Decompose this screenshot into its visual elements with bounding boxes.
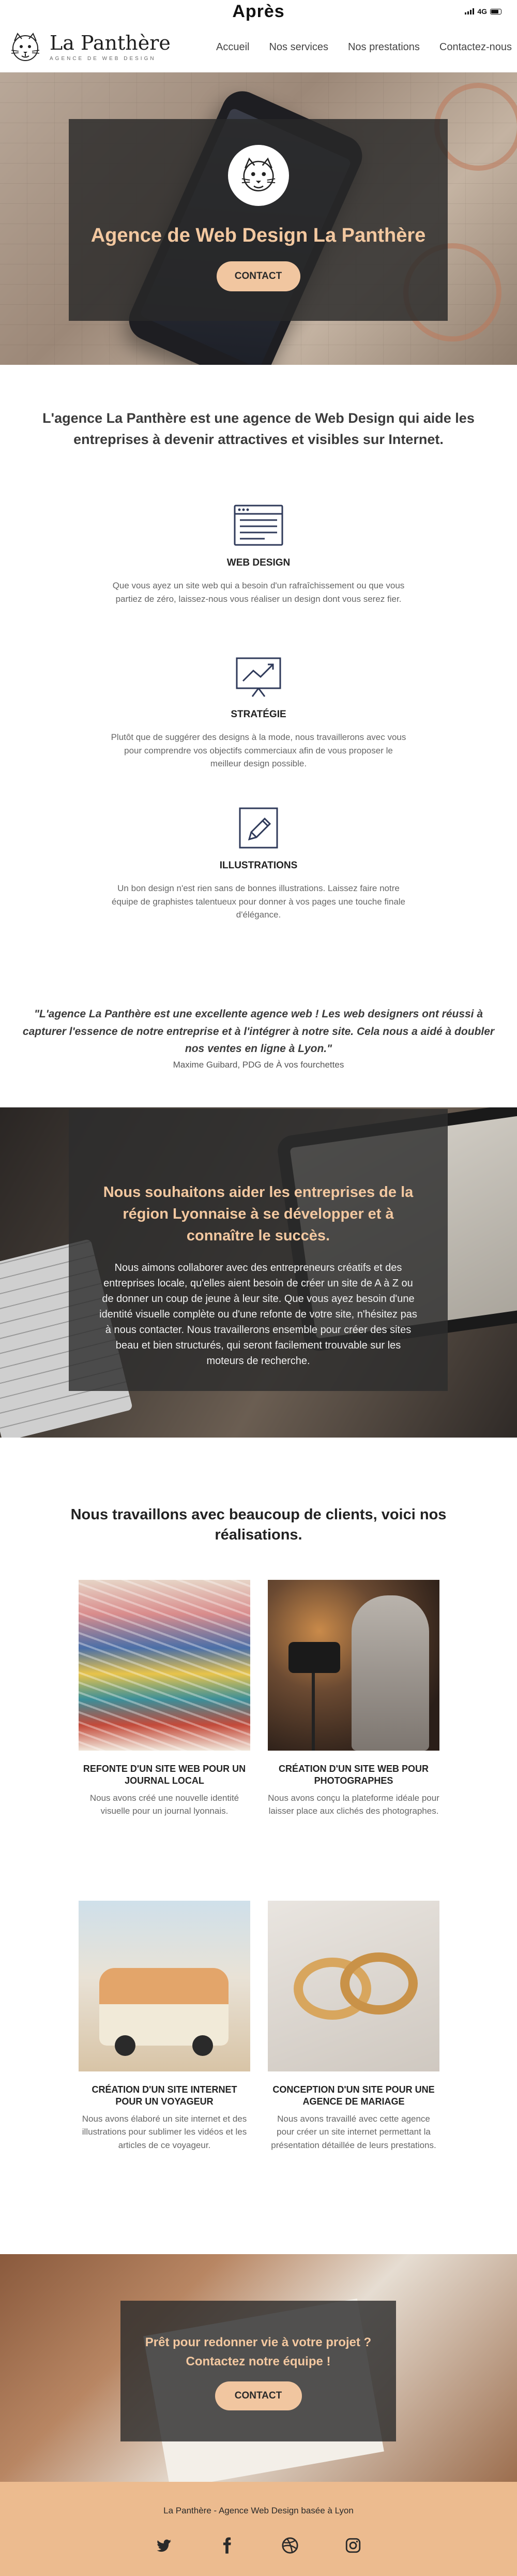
testimonial: "L'agence La Panthère est une excellente… — [16, 1005, 501, 1070]
brand-logo[interactable]: La Panthère AGENCE DE WEB DESIGN — [7, 29, 171, 66]
brand-name: La Panthère — [50, 32, 171, 54]
facebook-icon[interactable] — [218, 2537, 236, 2554]
project-text: Nous avons travaillé avec cette agence p… — [271, 2113, 436, 2150]
service-text: Que vous ayez un site web qui a besoin d… — [112, 581, 405, 604]
hero-overlay: Agence de Web Design La Panthère CONTACT — [69, 119, 448, 321]
project-image-van — [79, 1901, 250, 2071]
project-card-journal[interactable]: REFONTE D'UN SITE WEB POUR UN JOURNAL LO… — [79, 1580, 250, 1818]
cta-contact-button[interactable]: CONTACT — [215, 2381, 302, 2411]
panther-logo-icon — [241, 157, 275, 191]
strategy-chart-icon — [236, 657, 281, 697]
menu-item-accueil[interactable]: Accueil — [216, 41, 249, 53]
footer-text: La Panthère - Agence Web Design basée à … — [163, 2506, 354, 2515]
project-text: Nous avons conçu la plateforme idéale po… — [268, 1793, 439, 1816]
project-title: CRÉATION D'UN SITE INTERNET POUR UN VOYA… — [92, 2084, 237, 2107]
screenshot-label: Après — [232, 1, 285, 21]
service-title: ILLUSTRATIONS — [219, 860, 298, 871]
menu-item-services[interactable]: Nos services — [269, 41, 328, 53]
dribbble-icon[interactable] — [281, 2537, 299, 2554]
social-links — [0, 2537, 517, 2554]
mission-title: Nous souhaitons aider les entreprises de… — [103, 1184, 414, 1245]
project-image-rings — [268, 1901, 439, 2071]
main-menu: Accueil Nos services Nos prestations Con… — [216, 41, 512, 53]
project-title: CONCEPTION D'UN SITE POUR UNE AGENCE DE … — [272, 2084, 435, 2107]
service-text: Plutôt que de suggérer des designs à la … — [111, 732, 406, 768]
project-card-wedding[interactable]: CONCEPTION D'UN SITE POUR UNE AGENCE DE … — [268, 1901, 439, 2152]
screenshot-label-bar: Après 4G — [0, 0, 517, 23]
hero-logo-badge — [227, 145, 289, 206]
battery-icon — [490, 8, 501, 14]
panther-logo-icon — [11, 32, 40, 61]
instagram-icon[interactable] — [344, 2537, 362, 2554]
project-title: CRÉATION D'UN SITE WEB POUR PHOTOGRAPHES — [279, 1764, 429, 1786]
menu-item-prestations[interactable]: Nos prestations — [348, 41, 420, 53]
cta-overlay: Prêt pour redonner vie à votre projet ? … — [120, 2301, 396, 2441]
service-web-design: WEB DESIGN Que vous ayez un site web qui… — [103, 505, 414, 605]
cta-section: Prêt pour redonner vie à votre projet ? … — [0, 2254, 517, 2482]
hero-section: Agence de Web Design La Panthère CONTACT — [0, 72, 517, 365]
pencil-edit-icon — [239, 807, 278, 849]
project-card-traveler[interactable]: CRÉATION D'UN SITE INTERNET POUR UN VOYA… — [79, 1901, 250, 2152]
browser-window-icon — [234, 505, 283, 546]
menu-item-contact[interactable]: Contactez-nous — [439, 41, 512, 53]
service-title: WEB DESIGN — [226, 557, 291, 568]
page: Après 4G La Panthère AGENCE DE WEB DESIG… — [0, 0, 517, 2576]
mission-section: Nous souhaitons aider les entreprises de… — [0, 1107, 517, 1438]
hero-title: Agence de Web Design La Panthère — [90, 225, 426, 246]
clients-title: Nous travaillons avec beaucoup de client… — [70, 1506, 447, 1544]
signal-icon — [465, 8, 475, 14]
cta-title: Prêt pour redonner vie à votre projet ? … — [145, 2335, 372, 2369]
project-image-magazines — [79, 1580, 250, 1751]
intro-text: L'agence La Panthère est une agence de W… — [42, 410, 475, 447]
service-title: STRATÉGIE — [231, 709, 286, 720]
twitter-icon[interactable] — [155, 2537, 173, 2554]
service-illustrations: ILLUSTRATIONS Un bon design n'est rien s… — [103, 807, 414, 922]
mission-text: Nous aimons collaborer avec des entrepre… — [99, 1262, 417, 1367]
status-bar: 4G — [465, 7, 501, 16]
testimonial-author: Maxime Guibard, PDG de À vos fourchettes — [173, 1059, 344, 1070]
mission-overlay: Nous souhaitons aider les entreprises de… — [69, 1109, 448, 1391]
network-label: 4G — [477, 7, 487, 16]
service-strategy: STRATÉGIE Plutôt que de suggérer des des… — [103, 656, 414, 771]
project-card-photographers[interactable]: CRÉATION D'UN SITE WEB POUR PHOTOGRAPHES… — [268, 1580, 439, 1818]
project-text: Nous avons créé une nouvelle identité vi… — [89, 1793, 239, 1816]
service-text: Un bon design n'est rien sans de bonnes … — [111, 883, 406, 920]
hero-contact-button[interactable]: CONTACT — [216, 261, 300, 291]
project-image-photographer — [268, 1580, 439, 1751]
testimonial-quote: "L'agence La Panthère est une excellente… — [22, 1008, 495, 1055]
site-footer: La Panthère - Agence Web Design basée à … — [0, 2482, 517, 2576]
project-title: REFONTE D'UN SITE WEB POUR UN JOURNAL LO… — [83, 1764, 246, 1786]
project-text: Nous avons élaboré un site internet et d… — [82, 2113, 247, 2150]
brand-tagline: AGENCE DE WEB DESIGN — [50, 56, 156, 62]
site-header: La Panthère AGENCE DE WEB DESIGN Accueil… — [0, 23, 517, 72]
